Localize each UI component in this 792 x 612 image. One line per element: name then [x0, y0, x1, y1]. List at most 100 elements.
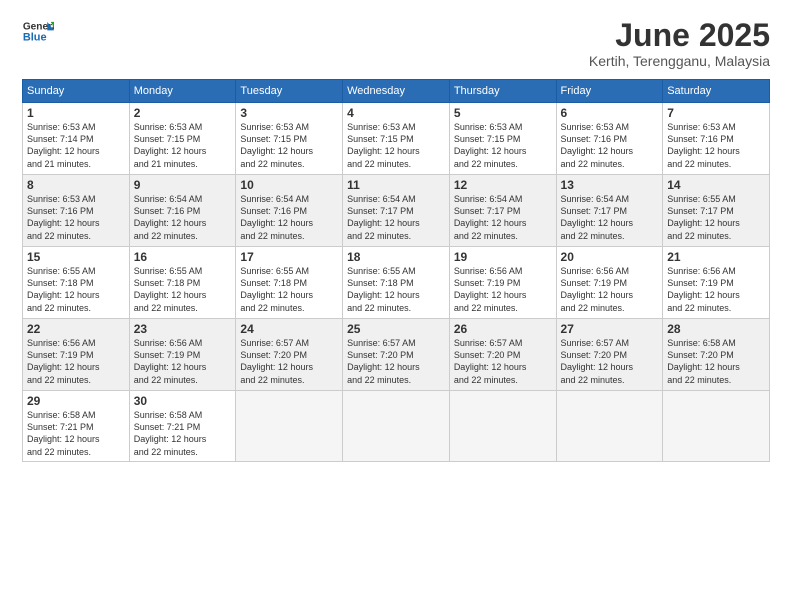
- week-row-2: 8Sunrise: 6:53 AMSunset: 7:16 PMDaylight…: [23, 175, 770, 247]
- day-cell: [663, 391, 770, 462]
- day-cell: 23Sunrise: 6:56 AMSunset: 7:19 PMDayligh…: [129, 319, 236, 391]
- day-number: 8: [27, 178, 125, 192]
- logo: General Blue: [22, 18, 57, 46]
- location: Kertih, Terengganu, Malaysia: [589, 53, 770, 69]
- day-cell: 25Sunrise: 6:57 AMSunset: 7:20 PMDayligh…: [343, 319, 450, 391]
- header: General Blue June 2025 Kertih, Terenggan…: [22, 18, 770, 69]
- day-number: 30: [134, 394, 232, 408]
- day-info: Sunrise: 6:56 AMSunset: 7:19 PMDaylight:…: [134, 337, 232, 386]
- day-cell: 4Sunrise: 6:53 AMSunset: 7:15 PMDaylight…: [343, 103, 450, 175]
- day-info: Sunrise: 6:58 AMSunset: 7:21 PMDaylight:…: [27, 409, 125, 458]
- day-info: Sunrise: 6:57 AMSunset: 7:20 PMDaylight:…: [347, 337, 445, 386]
- day-info: Sunrise: 6:57 AMSunset: 7:20 PMDaylight:…: [240, 337, 338, 386]
- week-row-5: 29Sunrise: 6:58 AMSunset: 7:21 PMDayligh…: [23, 391, 770, 462]
- day-info: Sunrise: 6:56 AMSunset: 7:19 PMDaylight:…: [667, 265, 765, 314]
- day-cell: 12Sunrise: 6:54 AMSunset: 7:17 PMDayligh…: [449, 175, 556, 247]
- day-info: Sunrise: 6:55 AMSunset: 7:18 PMDaylight:…: [27, 265, 125, 314]
- col-header-thursday: Thursday: [449, 80, 556, 103]
- title-area: June 2025 Kertih, Terengganu, Malaysia: [589, 18, 770, 69]
- day-cell: 19Sunrise: 6:56 AMSunset: 7:19 PMDayligh…: [449, 247, 556, 319]
- day-cell: 26Sunrise: 6:57 AMSunset: 7:20 PMDayligh…: [449, 319, 556, 391]
- day-cell: 2Sunrise: 6:53 AMSunset: 7:15 PMDaylight…: [129, 103, 236, 175]
- day-cell: 29Sunrise: 6:58 AMSunset: 7:21 PMDayligh…: [23, 391, 130, 462]
- day-cell: [236, 391, 343, 462]
- day-number: 26: [454, 322, 552, 336]
- day-number: 20: [561, 250, 659, 264]
- day-number: 24: [240, 322, 338, 336]
- day-cell: [449, 391, 556, 462]
- day-cell: 7Sunrise: 6:53 AMSunset: 7:16 PMDaylight…: [663, 103, 770, 175]
- day-info: Sunrise: 6:54 AMSunset: 7:17 PMDaylight:…: [347, 193, 445, 242]
- day-number: 29: [27, 394, 125, 408]
- day-info: Sunrise: 6:53 AMSunset: 7:14 PMDaylight:…: [27, 121, 125, 170]
- day-number: 17: [240, 250, 338, 264]
- day-info: Sunrise: 6:53 AMSunset: 7:16 PMDaylight:…: [27, 193, 125, 242]
- week-row-4: 22Sunrise: 6:56 AMSunset: 7:19 PMDayligh…: [23, 319, 770, 391]
- day-number: 14: [667, 178, 765, 192]
- day-cell: 14Sunrise: 6:55 AMSunset: 7:17 PMDayligh…: [663, 175, 770, 247]
- day-info: Sunrise: 6:53 AMSunset: 7:15 PMDaylight:…: [134, 121, 232, 170]
- day-number: 23: [134, 322, 232, 336]
- day-cell: 30Sunrise: 6:58 AMSunset: 7:21 PMDayligh…: [129, 391, 236, 462]
- day-info: Sunrise: 6:54 AMSunset: 7:16 PMDaylight:…: [134, 193, 232, 242]
- day-cell: 22Sunrise: 6:56 AMSunset: 7:19 PMDayligh…: [23, 319, 130, 391]
- day-number: 5: [454, 106, 552, 120]
- day-cell: 17Sunrise: 6:55 AMSunset: 7:18 PMDayligh…: [236, 247, 343, 319]
- month-year: June 2025: [589, 18, 770, 53]
- day-cell: 21Sunrise: 6:56 AMSunset: 7:19 PMDayligh…: [663, 247, 770, 319]
- day-info: Sunrise: 6:55 AMSunset: 7:18 PMDaylight:…: [134, 265, 232, 314]
- col-header-wednesday: Wednesday: [343, 80, 450, 103]
- day-cell: 1Sunrise: 6:53 AMSunset: 7:14 PMDaylight…: [23, 103, 130, 175]
- svg-text:Blue: Blue: [23, 31, 47, 43]
- day-number: 16: [134, 250, 232, 264]
- day-info: Sunrise: 6:53 AMSunset: 7:15 PMDaylight:…: [347, 121, 445, 170]
- day-cell: 8Sunrise: 6:53 AMSunset: 7:16 PMDaylight…: [23, 175, 130, 247]
- day-cell: 3Sunrise: 6:53 AMSunset: 7:15 PMDaylight…: [236, 103, 343, 175]
- day-info: Sunrise: 6:55 AMSunset: 7:18 PMDaylight:…: [347, 265, 445, 314]
- day-number: 9: [134, 178, 232, 192]
- day-number: 3: [240, 106, 338, 120]
- col-header-sunday: Sunday: [23, 80, 130, 103]
- day-info: Sunrise: 6:56 AMSunset: 7:19 PMDaylight:…: [454, 265, 552, 314]
- day-info: Sunrise: 6:55 AMSunset: 7:17 PMDaylight:…: [667, 193, 765, 242]
- day-number: 12: [454, 178, 552, 192]
- day-cell: 28Sunrise: 6:58 AMSunset: 7:20 PMDayligh…: [663, 319, 770, 391]
- day-cell: 24Sunrise: 6:57 AMSunset: 7:20 PMDayligh…: [236, 319, 343, 391]
- day-number: 6: [561, 106, 659, 120]
- day-number: 25: [347, 322, 445, 336]
- logo-icon: General Blue: [22, 18, 54, 46]
- day-cell: 5Sunrise: 6:53 AMSunset: 7:15 PMDaylight…: [449, 103, 556, 175]
- day-cell: 18Sunrise: 6:55 AMSunset: 7:18 PMDayligh…: [343, 247, 450, 319]
- day-info: Sunrise: 6:58 AMSunset: 7:20 PMDaylight:…: [667, 337, 765, 386]
- day-cell: 9Sunrise: 6:54 AMSunset: 7:16 PMDaylight…: [129, 175, 236, 247]
- week-row-3: 15Sunrise: 6:55 AMSunset: 7:18 PMDayligh…: [23, 247, 770, 319]
- day-number: 19: [454, 250, 552, 264]
- day-cell: 13Sunrise: 6:54 AMSunset: 7:17 PMDayligh…: [556, 175, 663, 247]
- day-number: 21: [667, 250, 765, 264]
- day-info: Sunrise: 6:54 AMSunset: 7:17 PMDaylight:…: [561, 193, 659, 242]
- day-number: 13: [561, 178, 659, 192]
- day-info: Sunrise: 6:53 AMSunset: 7:16 PMDaylight:…: [561, 121, 659, 170]
- day-cell: 6Sunrise: 6:53 AMSunset: 7:16 PMDaylight…: [556, 103, 663, 175]
- day-cell: 20Sunrise: 6:56 AMSunset: 7:19 PMDayligh…: [556, 247, 663, 319]
- day-number: 22: [27, 322, 125, 336]
- day-number: 7: [667, 106, 765, 120]
- day-info: Sunrise: 6:55 AMSunset: 7:18 PMDaylight:…: [240, 265, 338, 314]
- day-info: Sunrise: 6:53 AMSunset: 7:15 PMDaylight:…: [454, 121, 552, 170]
- day-cell: 10Sunrise: 6:54 AMSunset: 7:16 PMDayligh…: [236, 175, 343, 247]
- day-number: 18: [347, 250, 445, 264]
- day-info: Sunrise: 6:57 AMSunset: 7:20 PMDaylight:…: [454, 337, 552, 386]
- day-info: Sunrise: 6:53 AMSunset: 7:16 PMDaylight:…: [667, 121, 765, 170]
- day-cell: 11Sunrise: 6:54 AMSunset: 7:17 PMDayligh…: [343, 175, 450, 247]
- col-header-tuesday: Tuesday: [236, 80, 343, 103]
- day-cell: 15Sunrise: 6:55 AMSunset: 7:18 PMDayligh…: [23, 247, 130, 319]
- header-row: SundayMondayTuesdayWednesdayThursdayFrid…: [23, 80, 770, 103]
- day-info: Sunrise: 6:58 AMSunset: 7:21 PMDaylight:…: [134, 409, 232, 458]
- day-number: 2: [134, 106, 232, 120]
- day-cell: 16Sunrise: 6:55 AMSunset: 7:18 PMDayligh…: [129, 247, 236, 319]
- page: General Blue June 2025 Kertih, Terenggan…: [0, 0, 792, 612]
- week-row-1: 1Sunrise: 6:53 AMSunset: 7:14 PMDaylight…: [23, 103, 770, 175]
- day-info: Sunrise: 6:56 AMSunset: 7:19 PMDaylight:…: [561, 265, 659, 314]
- day-info: Sunrise: 6:54 AMSunset: 7:17 PMDaylight:…: [454, 193, 552, 242]
- day-info: Sunrise: 6:56 AMSunset: 7:19 PMDaylight:…: [27, 337, 125, 386]
